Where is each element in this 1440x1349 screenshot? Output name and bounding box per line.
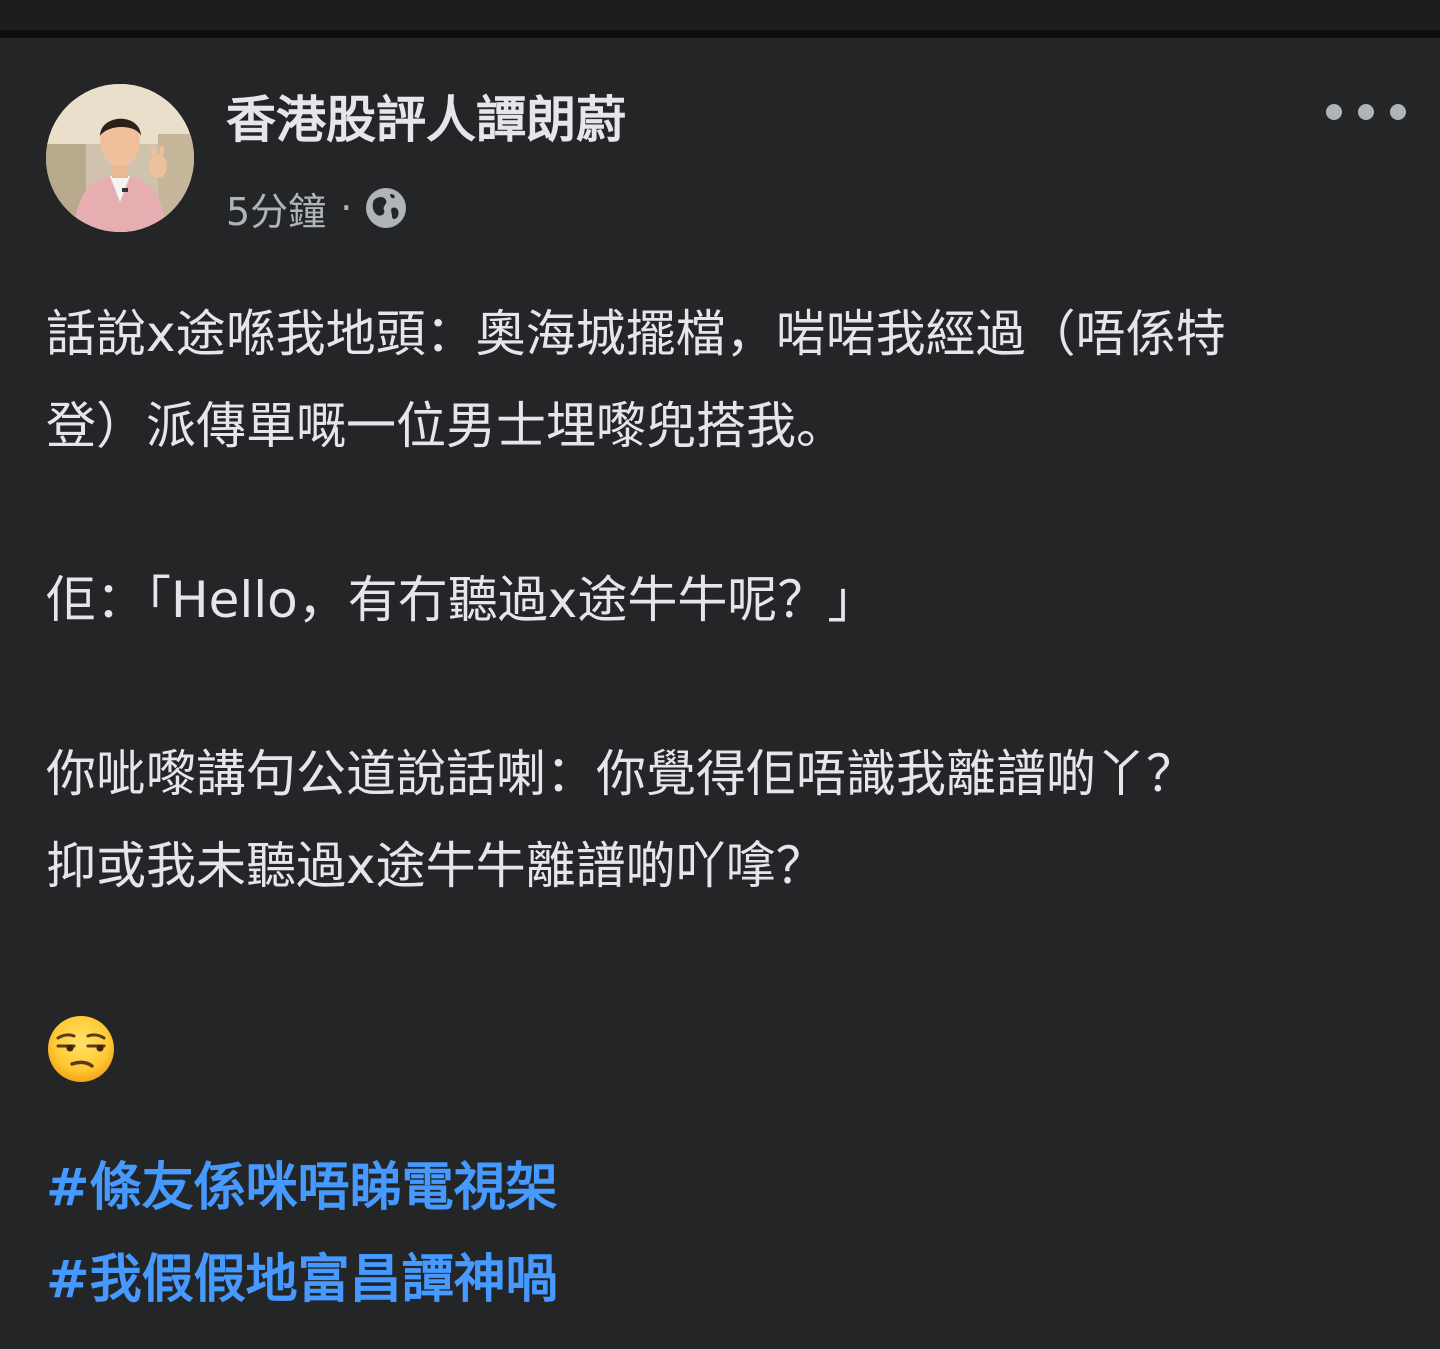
post-text-line: 你呲嚟講句公道說話喇：你覺得佢唔識我離譜啲丫？ xyxy=(46,745,1196,803)
more-options-icon[interactable] xyxy=(1326,94,1406,130)
post-card: 香港股評人譚朗蔚 5分鐘 · 話說x途喺我地頭：奧海城擺檔，啱啱我經過（唔係特 … xyxy=(0,38,1440,1349)
more-dot xyxy=(1358,104,1374,120)
more-dot xyxy=(1390,104,1406,120)
post-text-line: 登）派傳單嘅一位男士埋嚟兜搭我。 xyxy=(46,397,846,455)
unamused-face-emoji xyxy=(46,1014,116,1084)
hashtag-link[interactable]: #條友係咪唔睇電視架 xyxy=(46,1142,1406,1234)
top-strip xyxy=(0,0,1440,30)
hashtag-link[interactable]: #我假假地富昌譚神喎 xyxy=(46,1234,1406,1326)
post-meta: 5分鐘 · xyxy=(226,184,408,234)
more-dot xyxy=(1326,104,1342,120)
post-text-line: 抑或我未聽過x途牛牛離譜啲吖嗱？ xyxy=(46,837,826,895)
top-divider xyxy=(0,30,1440,38)
avatar[interactable] xyxy=(46,84,194,232)
post-text-line: 話說x途喺我地頭：奧海城擺檔，啱啱我經過（唔係特 xyxy=(46,305,1226,363)
globe-icon[interactable] xyxy=(364,186,408,230)
post-body: 話說x途喺我地頭：奧海城擺檔，啱啱我經過（唔係特 登）派傳單嘅一位男士埋嚟兜搭我… xyxy=(46,288,1406,1326)
post-text-line: 佢：「Hello，有冇聽過x途牛牛呢？」 xyxy=(46,571,878,629)
author-name[interactable]: 香港股評人譚朗蔚 xyxy=(226,88,626,152)
avatar-image xyxy=(46,84,194,232)
timestamp[interactable]: 5分鐘 xyxy=(226,181,326,236)
meta-separator: · xyxy=(340,186,353,230)
